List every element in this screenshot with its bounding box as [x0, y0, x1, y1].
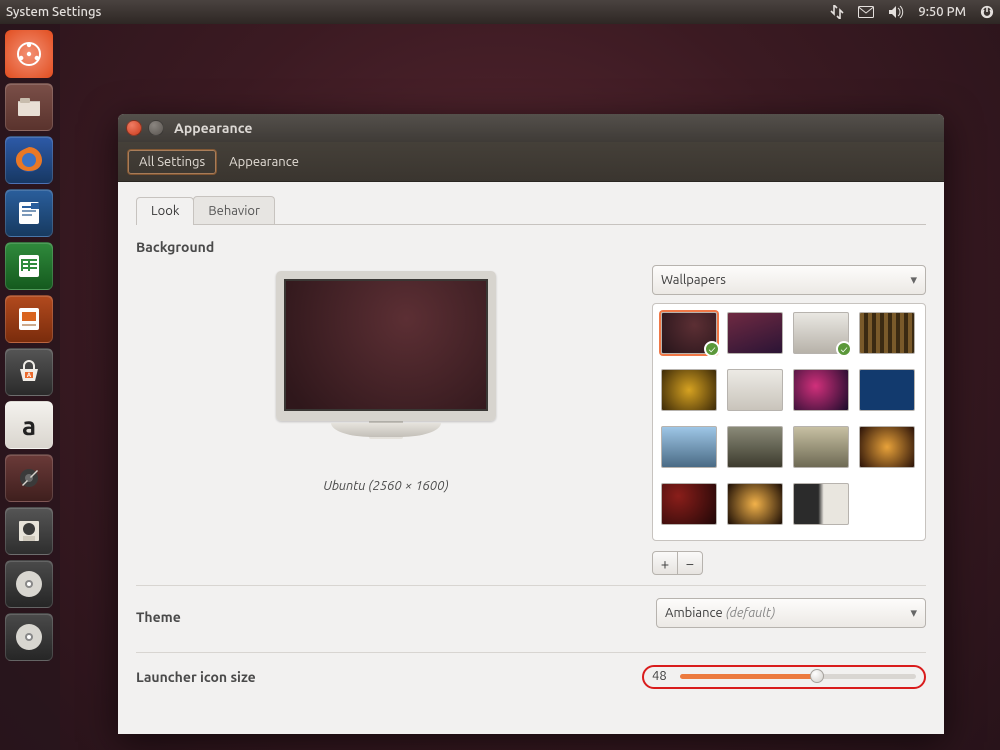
check-icon: ✓ [836, 341, 852, 357]
mail-icon[interactable] [858, 6, 874, 18]
launcher-firefox[interactable] [5, 136, 53, 184]
check-icon: ✓ [704, 341, 720, 357]
slider-thumb[interactable] [810, 669, 824, 683]
breadcrumb-current[interactable]: Appearance [218, 150, 310, 174]
breadcrumb-toolbar: All Settings Appearance [118, 142, 944, 182]
breadcrumb-root[interactable]: All Settings [128, 150, 216, 174]
window-title: Appearance [174, 120, 252, 136]
wallpaper-thumb[interactable] [793, 483, 849, 525]
wallpaper-thumb[interactable] [793, 369, 849, 411]
wallpaper-thumb[interactable] [859, 312, 915, 354]
wallpaper-thumb[interactable] [859, 426, 915, 468]
tabs: Look Behavior [136, 196, 926, 225]
close-button[interactable] [126, 120, 142, 136]
wallpaper-thumb[interactable] [727, 483, 783, 525]
launcher-dvd1[interactable] [5, 560, 53, 608]
wallpaper-picker: Wallpapers ✓ ✓ [652, 265, 926, 575]
window-titlebar[interactable]: Appearance [118, 114, 944, 142]
theme-label: Theme [136, 609, 656, 625]
launcher-size-label: Launcher icon size [136, 669, 656, 685]
wallpaper-preview: Ubuntu (2560 × 1600) [136, 265, 636, 575]
background-label: Background [136, 239, 926, 255]
launcher-size-slider[interactable] [680, 674, 916, 679]
remove-wallpaper-button[interactable]: − [677, 551, 703, 575]
launcher-impress[interactable] [5, 295, 53, 343]
wallpaper-thumb[interactable] [661, 483, 717, 525]
preview-caption: Ubuntu (2560 × 1600) [323, 479, 448, 493]
launcher-disk[interactable] [5, 507, 53, 555]
wallpaper-thumb[interactable] [661, 369, 717, 411]
theme-dropdown[interactable]: Ambiance (default) [656, 598, 926, 628]
wallpaper-grid: ✓ ✓ [652, 303, 926, 541]
wallpaper-thumb[interactable] [859, 369, 915, 411]
top-panel: System Settings 9:50 PM [0, 0, 1000, 24]
wallpaper-thumb[interactable]: ✓ [661, 312, 717, 354]
tab-look[interactable]: Look [136, 197, 194, 225]
source-dropdown[interactable]: Wallpapers [652, 265, 926, 295]
add-wallpaper-button[interactable]: + [652, 551, 678, 575]
power-icon[interactable] [980, 5, 994, 19]
wallpaper-thumb[interactable]: ✓ [793, 312, 849, 354]
slider-value: 48 [652, 669, 672, 683]
wallpaper-thumb[interactable] [727, 312, 783, 354]
panel-indicators: 9:50 PM [830, 5, 994, 19]
wallpaper-thumb[interactable] [793, 426, 849, 468]
wallpaper-thumb[interactable] [727, 369, 783, 411]
clock[interactable]: 9:50 PM [918, 5, 966, 19]
launcher-files[interactable] [5, 83, 53, 131]
launcher-dash[interactable] [5, 30, 53, 78]
launcher-size-row: Launcher icon size 48 [136, 652, 926, 695]
add-remove-buttons: + − [652, 551, 926, 575]
launcher-amazon[interactable]: a [5, 401, 53, 449]
panel-title: System Settings [6, 5, 830, 19]
launcher-calc[interactable] [5, 242, 53, 290]
launcher-size-slider-highlight: 48 [642, 665, 926, 689]
launcher-software[interactable]: A [5, 348, 53, 396]
wallpaper-thumb[interactable] [661, 426, 717, 468]
network-icon[interactable] [830, 5, 844, 19]
tab-behavior[interactable]: Behavior [193, 196, 275, 224]
wallpaper-thumb[interactable] [727, 426, 783, 468]
launcher-writer[interactable] [5, 189, 53, 237]
theme-row: Theme Ambiance (default) [136, 585, 926, 642]
minimize-button[interactable] [148, 120, 164, 136]
launcher: A a [0, 24, 60, 750]
appearance-window: Appearance All Settings Appearance Look … [118, 114, 944, 734]
launcher-dvd2[interactable] [5, 613, 53, 661]
monitor-preview [276, 271, 496, 421]
launcher-settings[interactable] [5, 454, 53, 502]
sound-icon[interactable] [888, 5, 904, 19]
window-content: Look Behavior Background Ubuntu (2560 × … [118, 182, 944, 734]
